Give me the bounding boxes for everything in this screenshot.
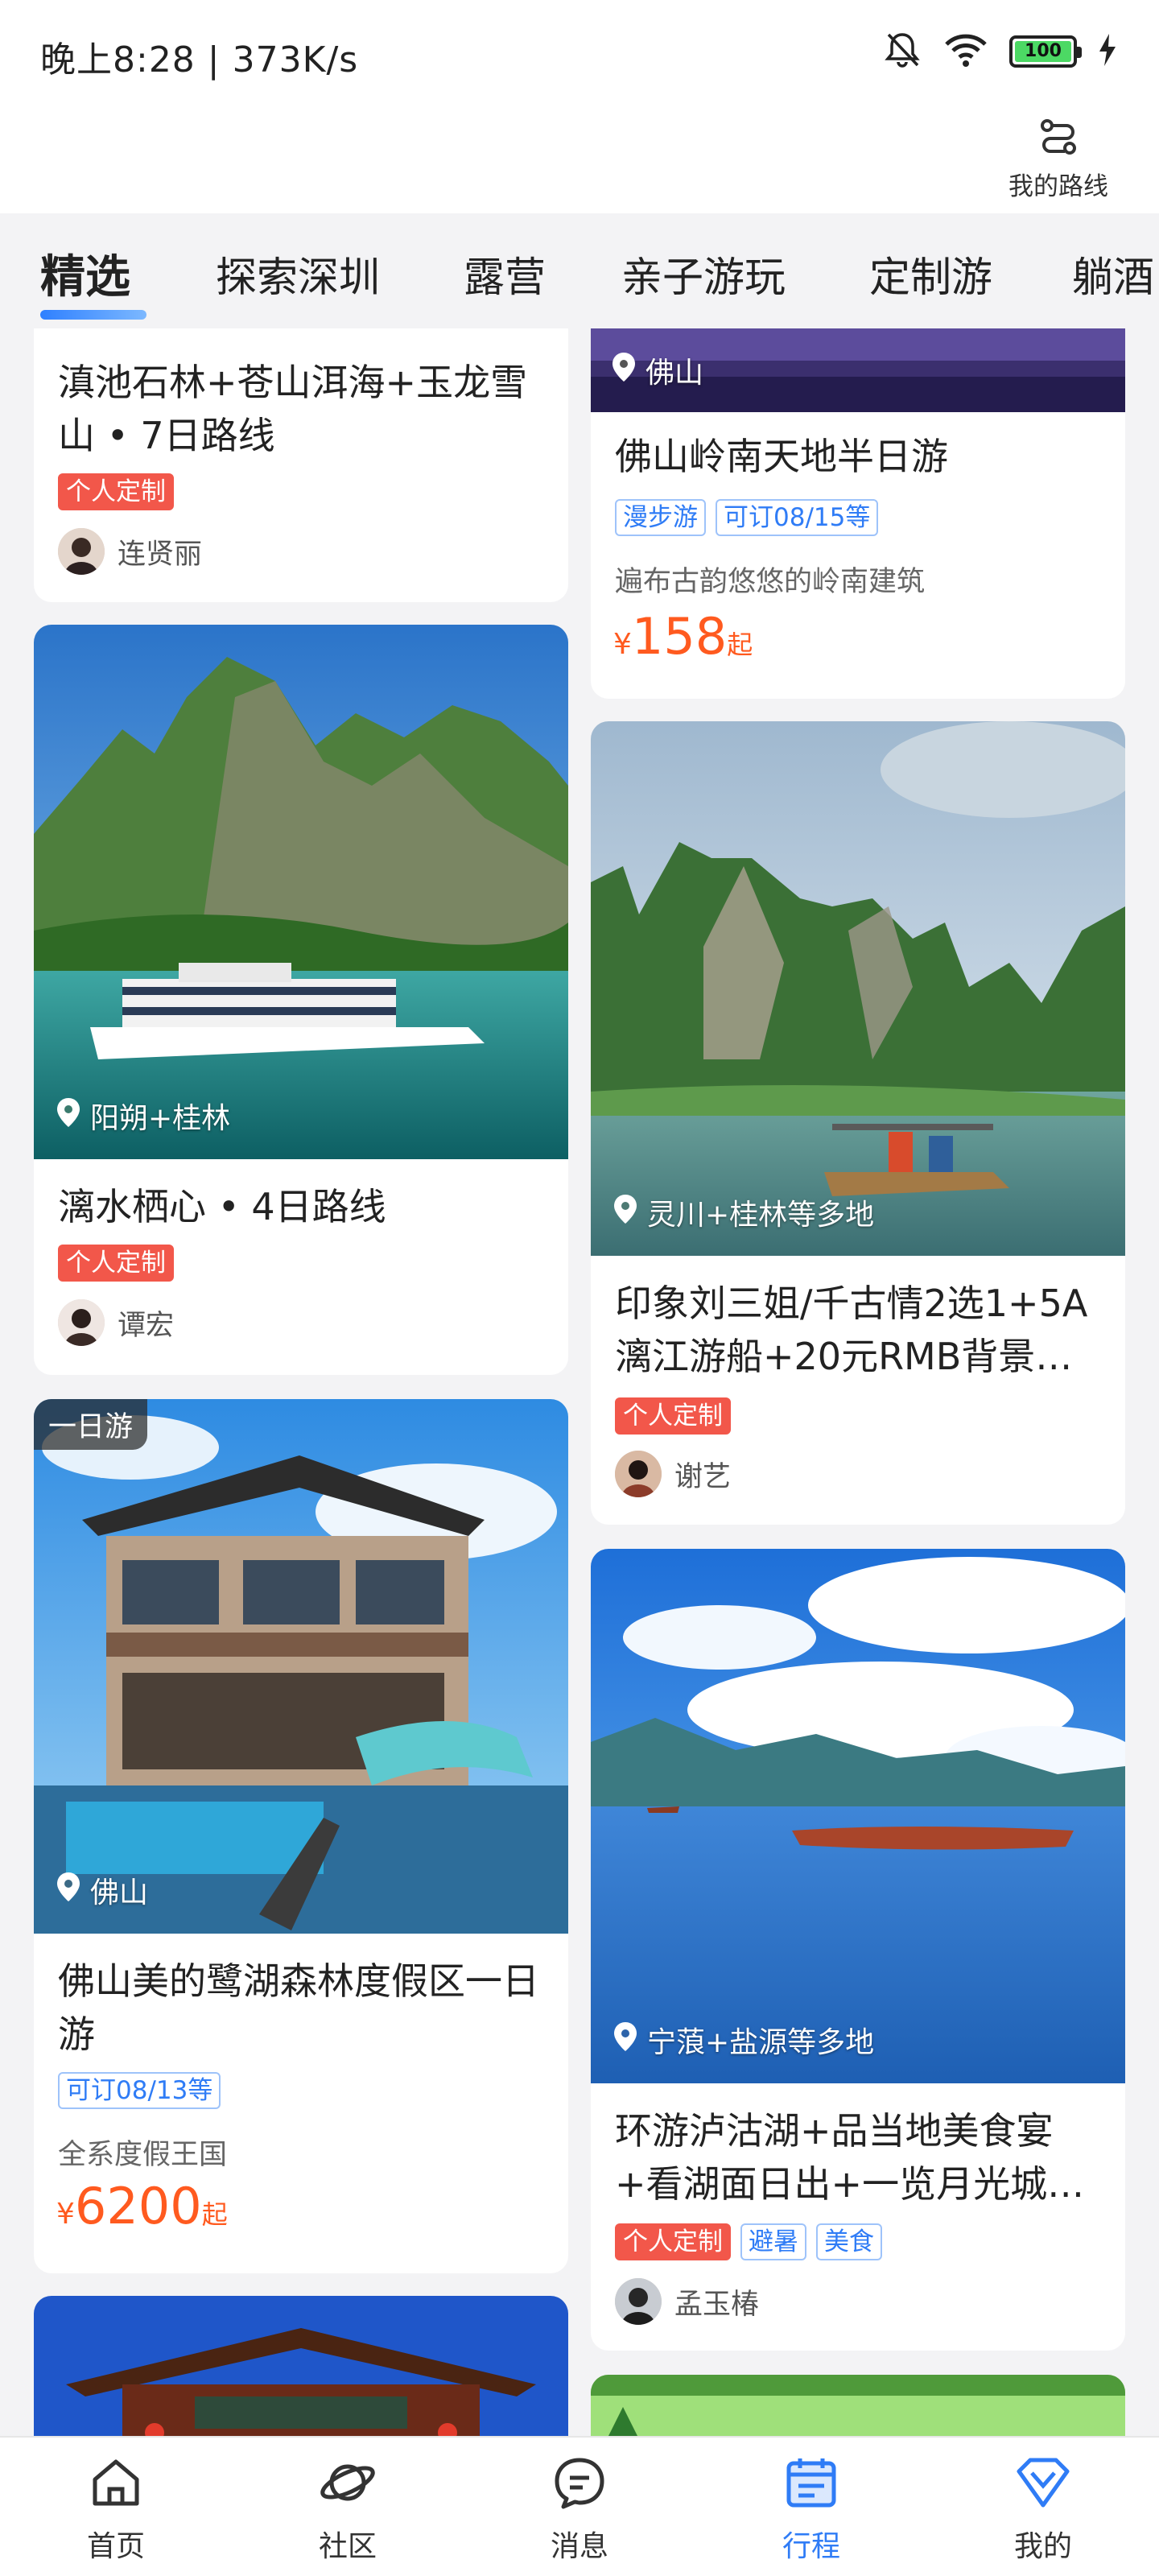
nav-community[interactable]: 社区 — [232, 2438, 464, 2576]
my-route-button[interactable]: 我的路线 — [998, 113, 1119, 205]
card-author: 谢艺 — [615, 1451, 731, 1497]
tag-custom: 个人定制 — [58, 473, 174, 510]
calendar-icon — [782, 2454, 840, 2515]
card-location: 佛山 — [612, 349, 703, 391]
product-card[interactable]: 佛山 佛山岭南天地半日游 漫步游 可订08/15等 遍布古韵悠悠的岭南建筑 ¥1… — [591, 328, 1125, 699]
author-name: 连贤丽 — [118, 538, 203, 571]
tab-family[interactable]: 亲子游玩 — [621, 244, 786, 303]
card-price: ¥6200起 — [56, 2177, 228, 2235]
tag: 可订08/15等 — [716, 499, 879, 536]
location-pin-icon — [56, 1872, 80, 1909]
route-card[interactable]: 灵川+桂林等多地 印象刘三姐/千古情2选1+5A漓江游船+20元RMB背景… 个… — [591, 721, 1125, 1525]
route-icon — [1037, 116, 1079, 161]
my-route-label: 我的路线 — [1008, 172, 1108, 201]
card-author: 连贤丽 — [58, 528, 202, 575]
status-icons: 100 — [882, 29, 1117, 74]
card-image — [34, 625, 568, 1159]
tab-active-indicator — [40, 310, 146, 320]
location-pin-icon — [56, 1097, 80, 1134]
location-pin-icon — [613, 2021, 637, 2058]
bottom-nav: 首页 社区 消息 行程 我的 — [0, 2436, 1159, 2576]
card-title: 漓水栖心 • 4日路线 — [58, 1185, 386, 1228]
card-title: 佛山岭南天地半日游 — [615, 435, 948, 478]
home-icon — [87, 2454, 145, 2515]
card-description: 全系度假王国 — [58, 2139, 228, 2171]
tag: 美食 — [816, 2223, 882, 2260]
author-name: 谢艺 — [674, 1460, 732, 1493]
nav-messages[interactable]: 消息 — [464, 2438, 695, 2576]
diamond-icon — [1014, 2454, 1072, 2515]
tab-explore-shenzhen[interactable]: 探索深圳 — [216, 244, 380, 303]
bell-muted-icon — [882, 30, 922, 73]
tag-custom: 个人定制 — [615, 1397, 731, 1435]
card-location: 宁蒗+盐源等多地 — [613, 2019, 874, 2061]
card-image — [591, 721, 1125, 1256]
card-tags: 个人定制 — [58, 473, 174, 510]
card-title: 印象刘三姐/千古情2选1+5A漓江游船+20元RMB背景… — [615, 1282, 1088, 1378]
card-location: 佛山 — [56, 1869, 148, 1911]
avatar — [615, 2278, 662, 2325]
battery-icon: 100 — [1009, 35, 1082, 68]
card-image — [34, 2296, 568, 2457]
nav-home[interactable]: 首页 — [0, 2438, 232, 2576]
tag: 可订08/13等 — [58, 2072, 221, 2109]
chat-icon — [551, 2454, 608, 2515]
status-time: 晚上8:28 | 373K/s — [40, 39, 359, 80]
route-card[interactable]: 宁蒗+盐源等多地 环游泸沽湖+品当地美食宴+看湖面日出+一览月光城… 个人定制 … — [591, 1549, 1125, 2351]
route-card[interactable]: 滇池石林+苍山洱海+玉龙雪山 • 7日路线 个人定制 连贤丽 — [34, 328, 568, 602]
card-location: 灵川+桂林等多地 — [613, 1191, 874, 1233]
route-card[interactable]: 阳朔+桂林 漓水栖心 • 4日路线 个人定制 谭宏 — [34, 625, 568, 1375]
tab-custom-tour[interactable]: 定制游 — [869, 244, 992, 303]
card-tags: 可订08/13等 — [58, 2072, 221, 2109]
badge-one-day: 一日游 — [34, 1399, 148, 1450]
tag-custom: 个人定制 — [615, 2223, 731, 2260]
card-author: 谭宏 — [58, 1299, 174, 1346]
author-name: 谭宏 — [118, 1309, 175, 1342]
avatar — [58, 528, 105, 575]
header: 我的路线 — [0, 105, 1159, 213]
tag: 避暑 — [740, 2223, 806, 2260]
card-price: ¥158起 — [613, 607, 753, 666]
wifi-icon — [943, 31, 988, 72]
nav-profile[interactable]: 我的 — [927, 2438, 1159, 2576]
author-name: 孟玉椿 — [674, 2288, 760, 2321]
avatar — [615, 1451, 662, 1497]
status-bar: 晚上8:28 | 373K/s 100 — [0, 0, 1159, 105]
card-tags: 漫步游 可订08/15等 — [615, 499, 879, 536]
location-pin-icon — [613, 1194, 637, 1231]
card-image — [591, 1549, 1125, 2083]
card-title: 佛山美的鹭湖森林度假区一日游 — [58, 1959, 539, 2056]
product-card[interactable]: 一日游 佛山 佛山美的鹭湖森林度假区一日游 可订08/13等 全系度假王国 ¥6… — [34, 1399, 568, 2273]
card-tags: 个人定制 — [615, 1397, 731, 1435]
tab-featured[interactable]: 精选 — [40, 241, 130, 306]
route-card[interactable] — [34, 2296, 568, 2457]
tab-camping[interactable]: 露营 — [464, 244, 546, 303]
card-title: 环游泸沽湖+品当地美食宴+看湖面日出+一览月光城… — [615, 2109, 1085, 2206]
card-title: 滇池石林+苍山洱海+玉龙雪山 • 7日路线 — [58, 361, 528, 457]
card-tags: 个人定制 避暑 美食 — [615, 2223, 882, 2260]
tab-more[interactable]: 躺酒 — [1072, 244, 1154, 303]
tag: 漫步游 — [615, 499, 706, 536]
avatar — [58, 1299, 105, 1346]
tag-custom: 个人定制 — [58, 1245, 174, 1282]
planet-icon — [319, 2454, 377, 2515]
card-tags: 个人定制 — [58, 1245, 174, 1282]
card-image — [34, 1399, 568, 1934]
card-author: 孟玉椿 — [615, 2278, 759, 2325]
card-description: 遍布古韵悠悠的岭南建筑 — [615, 566, 926, 598]
charging-icon — [1098, 34, 1117, 69]
location-pin-icon — [612, 352, 636, 389]
nav-itinerary[interactable]: 行程 — [695, 2438, 927, 2576]
card-location: 阳朔+桂林 — [56, 1095, 230, 1137]
category-tabs: 精选 探索深圳 露营 亲子游玩 定制游 躺酒 — [0, 213, 1159, 328]
